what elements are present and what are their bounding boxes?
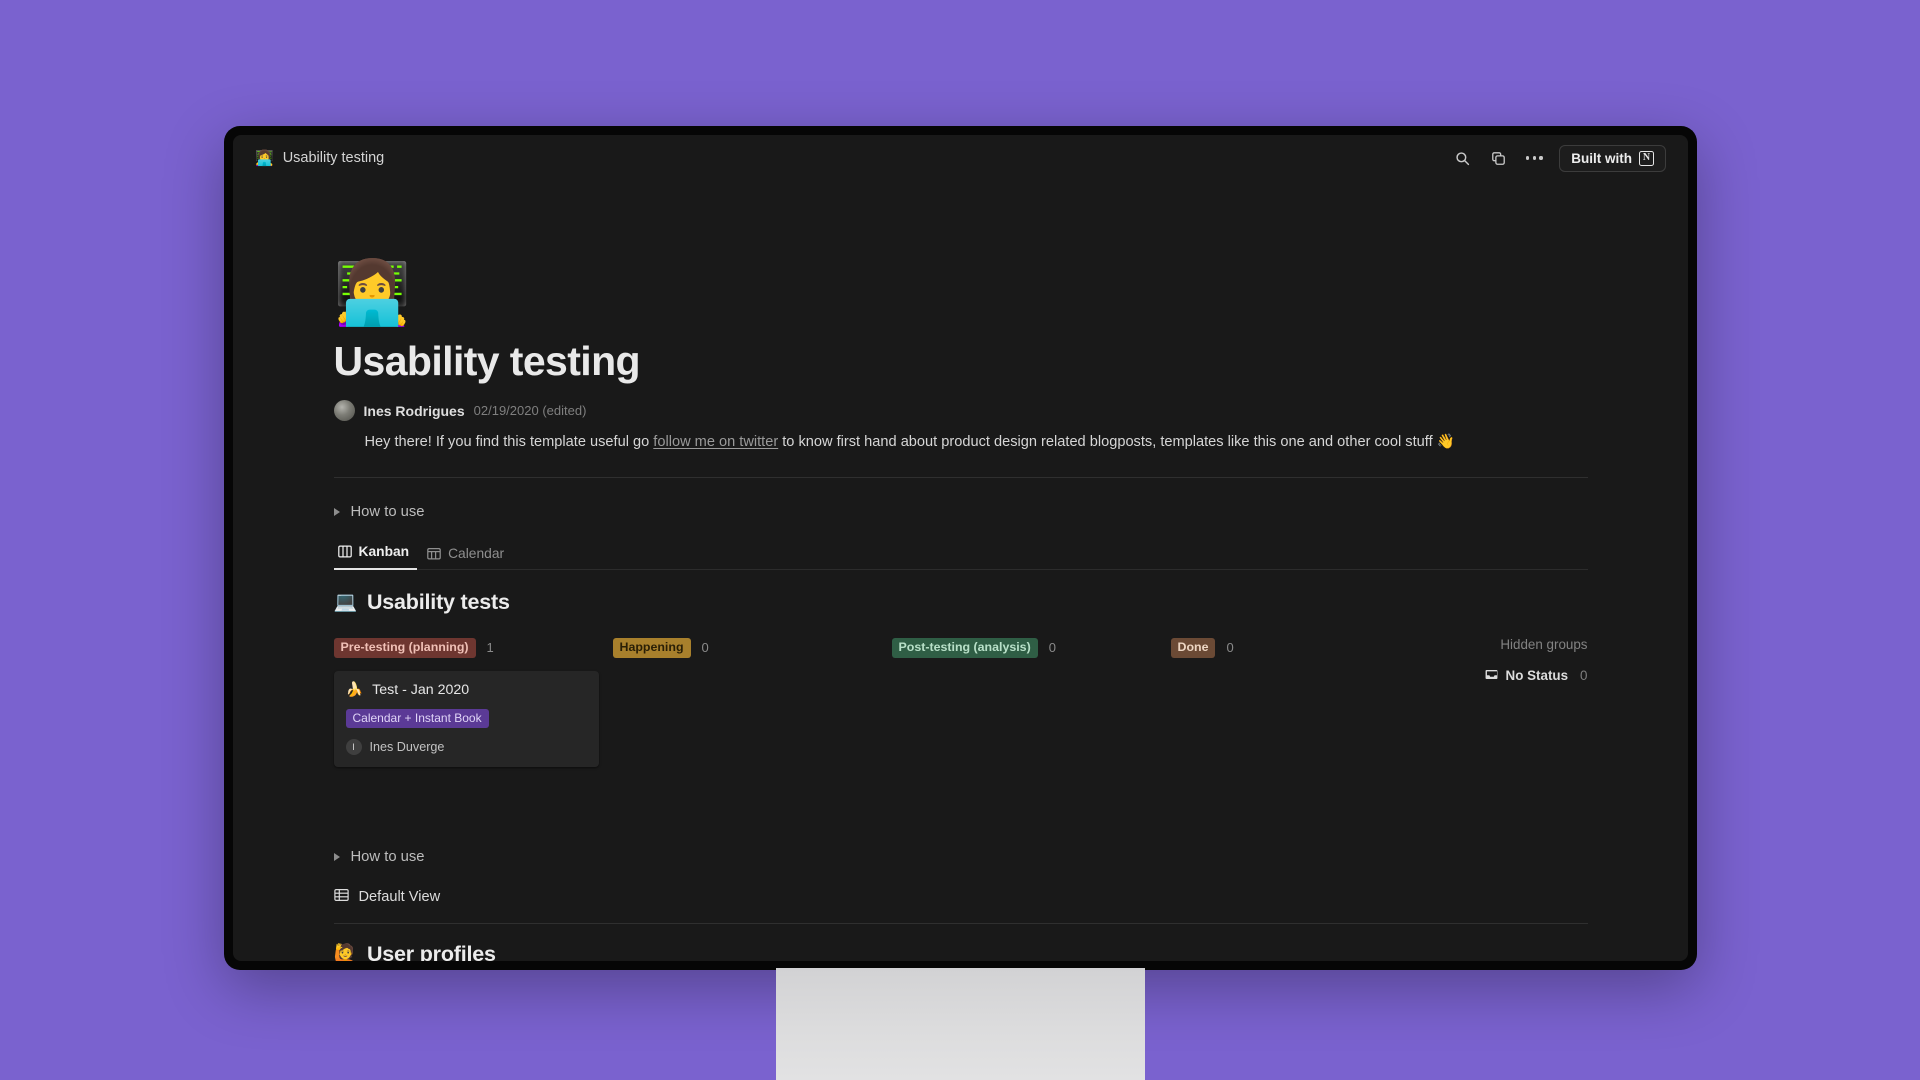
screen: 👩‍💻 Usability testing: [233, 135, 1688, 961]
person-raising-hand-icon: 🙋: [333, 944, 358, 961]
top-bar: 👩‍💻 Usability testing: [233, 135, 1688, 181]
author-timestamp: 02/19/2020 (edited): [473, 403, 587, 418]
card-person: I Ines Duverge: [345, 738, 587, 755]
hidden-group-no-status[interactable]: No Status 0: [1418, 668, 1588, 684]
status-badge: Done: [1170, 637, 1216, 659]
built-with-button[interactable]: Built with N: [1559, 144, 1666, 172]
kanban-board-icon: [337, 545, 352, 558]
author-name: Ines Rodrigues: [363, 402, 465, 419]
monitor-stand: [776, 968, 1145, 1080]
page-emoji-icon[interactable]: 👩‍💻: [334, 263, 1588, 325]
tab-calendar-label: Calendar: [448, 545, 505, 561]
twitter-link[interactable]: follow me on twitter: [653, 434, 778, 450]
tab-kanban-label: Kanban: [358, 543, 410, 559]
column-count: 0: [701, 640, 709, 656]
chevron-right-icon: [333, 852, 340, 861]
hidden-groups: Hidden groups No Status 0: [1418, 637, 1588, 684]
default-view-label: Default View: [358, 888, 441, 905]
avatar: I: [345, 738, 362, 755]
chevron-right-icon: [333, 507, 340, 516]
column-header[interactable]: Happening 0: [612, 637, 892, 659]
kanban-column-post-testing: Post-testing (analysis) 0: [891, 637, 1171, 767]
column-count: 1: [486, 640, 494, 656]
notion-logo-icon: N: [1639, 150, 1654, 166]
breadcrumb[interactable]: 👩‍💻 Usability testing: [255, 150, 384, 166]
toggle-how-to-use-top[interactable]: How to use: [333, 500, 1588, 524]
kanban-column-happening: Happening 0: [612, 637, 892, 767]
breadcrumb-label: Usability testing: [282, 150, 385, 166]
user-profiles-label: User profiles: [366, 941, 496, 961]
column-header[interactable]: Post-testing (analysis) 0: [891, 637, 1171, 659]
tab-kanban[interactable]: Kanban: [333, 539, 418, 570]
tray-icon: [1485, 668, 1498, 684]
more-options-icon[interactable]: [1523, 147, 1545, 169]
toggle-how-to-use-bottom[interactable]: How to use: [333, 845, 1588, 869]
status-badge: Post-testing (analysis): [891, 637, 1038, 659]
kanban-board: Pre-testing (planning) 1 🍌 Test - Jan 20…: [333, 637, 1588, 767]
card-title-label: Test - Jan 2020: [372, 681, 470, 698]
top-bar-actions: Built with N: [1451, 144, 1666, 172]
tab-calendar[interactable]: Calendar: [423, 541, 512, 570]
kanban-card[interactable]: 🍌 Test - Jan 2020 Calendar + Instant Boo…: [333, 670, 599, 767]
duplicate-icon[interactable]: [1487, 147, 1509, 169]
hidden-groups-label: Hidden groups: [1500, 636, 1588, 652]
user-profiles-title: 🙋 User profiles: [334, 942, 1588, 961]
lower-section: How to use Default View 🙋 User profiles: [333, 845, 1588, 961]
divider: [333, 476, 1588, 478]
column-count: 0: [1048, 640, 1056, 656]
page-description: Hey there! If you find this template use…: [334, 432, 1588, 454]
column-header[interactable]: Done 0: [1170, 637, 1450, 659]
laptop-icon: 💻: [333, 592, 358, 614]
author-row: Ines Rodrigues 02/19/2020 (edited): [333, 400, 1588, 421]
card-tag: Calendar + Instant Book: [345, 708, 489, 728]
card-title: 🍌 Test - Jan 2020: [346, 682, 587, 698]
hidden-group-count: 0: [1580, 668, 1588, 684]
page-scroll-area[interactable]: 👩‍💻 Usability testing Ines Rodrigues 02/…: [233, 181, 1688, 961]
search-icon[interactable]: [1451, 147, 1473, 169]
avatar: [333, 400, 355, 421]
breadcrumb-emoji-icon: 👩‍💻: [255, 149, 274, 167]
board-title: 💻 Usability tests: [334, 590, 1588, 615]
hidden-group-label: No Status: [1505, 668, 1569, 684]
built-with-label: Built with: [1571, 150, 1632, 166]
toggle-label: How to use: [350, 848, 425, 865]
divider: [333, 922, 1588, 924]
page-title: Usability testing: [333, 338, 641, 384]
view-tabs: Kanban Calendar: [333, 538, 1588, 570]
kanban-column-done: Done 0: [1170, 637, 1450, 767]
description-post: to know first hand about product design …: [778, 434, 1455, 450]
monitor-bezel: 👩‍💻 Usability testing: [224, 126, 1697, 970]
card-person-label: Ines Duverge: [369, 739, 445, 754]
kanban-column-pre-testing: Pre-testing (planning) 1 🍌 Test - Jan 20…: [333, 637, 613, 767]
banana-icon: 🍌: [345, 681, 364, 698]
default-view-tab[interactable]: Default View: [333, 883, 1588, 911]
description-pre: Hey there! If you find this template use…: [364, 434, 654, 450]
table-icon: [333, 888, 349, 906]
column-count: 0: [1226, 640, 1234, 656]
toggle-label: How to use: [350, 503, 425, 520]
calendar-icon: [427, 547, 441, 560]
status-badge: Happening: [612, 637, 691, 659]
status-badge: Pre-testing (planning): [333, 637, 476, 659]
board-title-label: Usability tests: [366, 589, 510, 614]
column-header[interactable]: Pre-testing (planning) 1: [333, 637, 613, 659]
